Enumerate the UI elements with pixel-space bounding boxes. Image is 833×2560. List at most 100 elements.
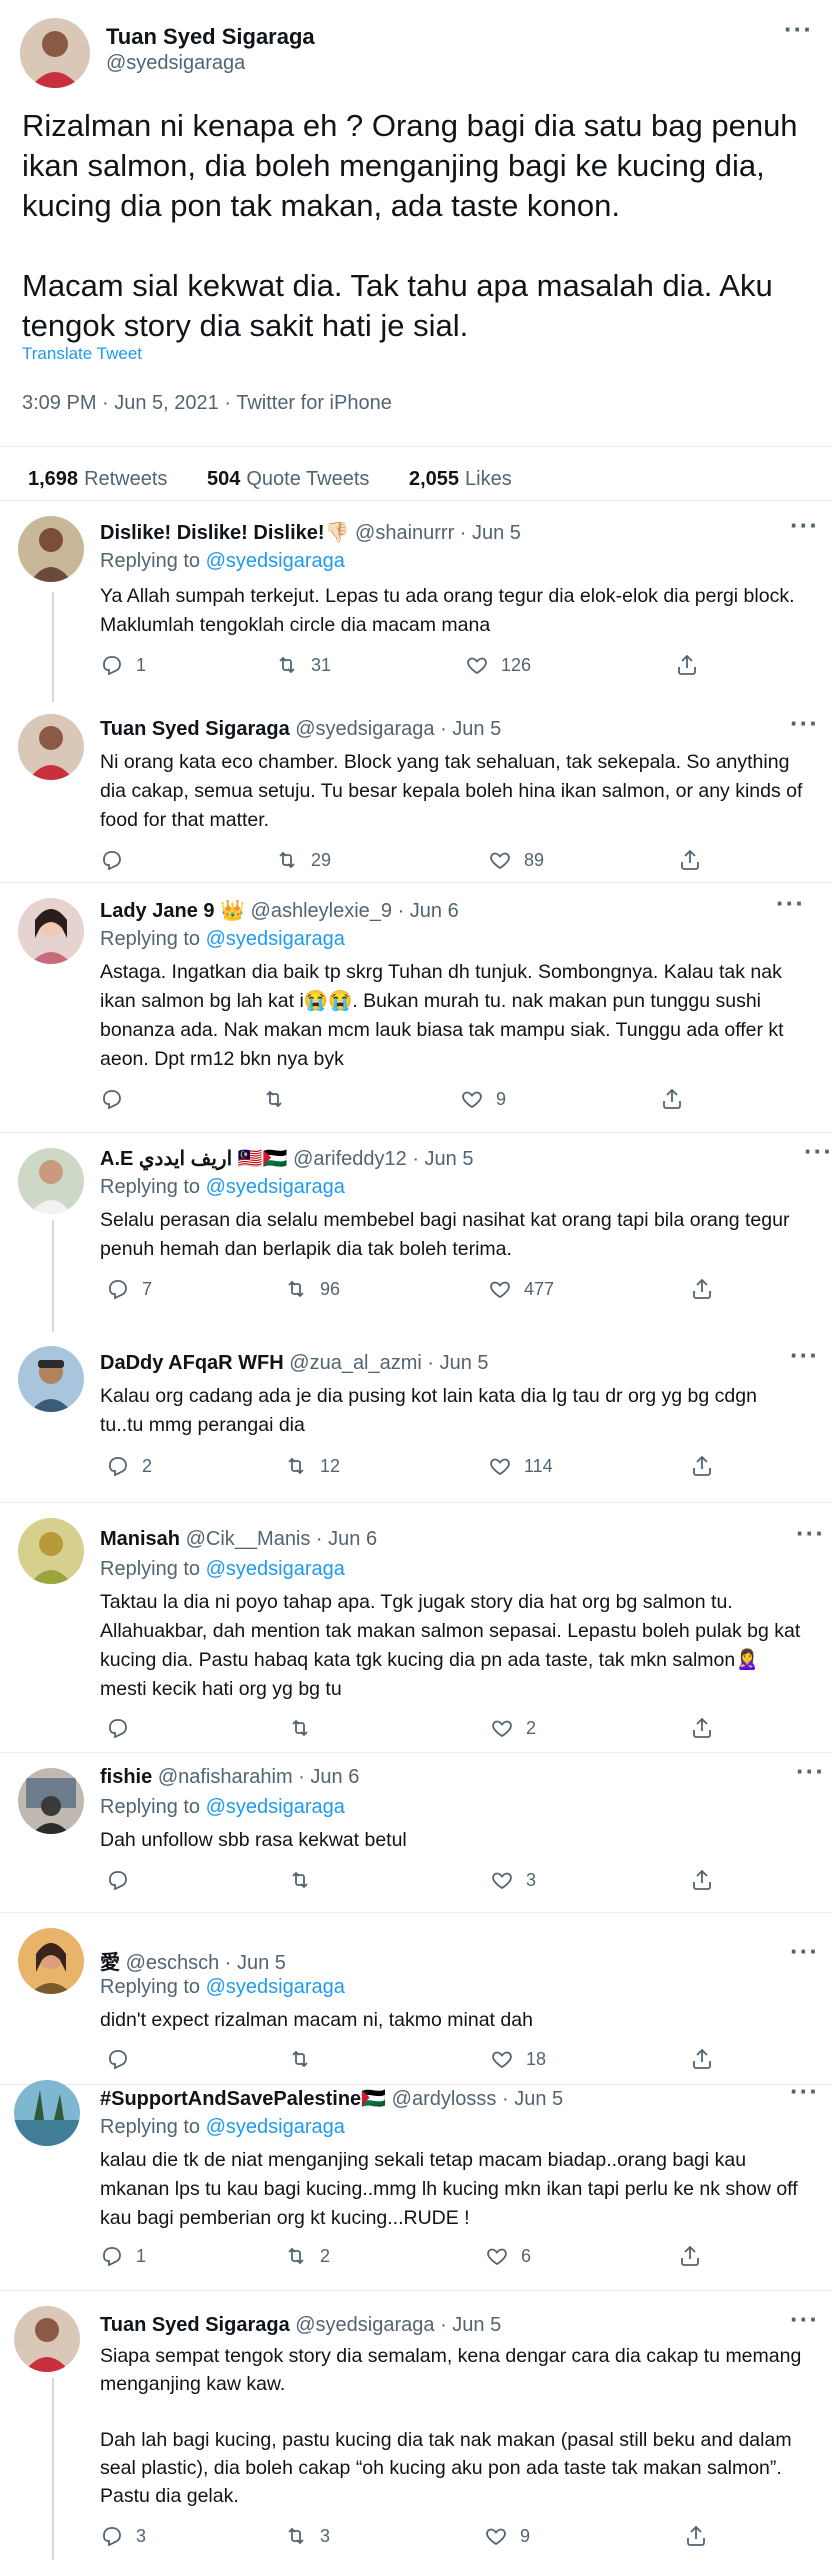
reply-author-handle[interactable]: @syedsigaraga · Jun 5 xyxy=(295,718,501,740)
retweet-button[interactable]: 2 xyxy=(284,2244,330,2268)
reply-author-handle[interactable]: @zua_al_azmi · Jun 5 xyxy=(289,1352,488,1374)
reply-author-name[interactable]: Dislike! Dislike! Dislike!👎🏻 xyxy=(100,522,349,544)
reply-tweet[interactable]: Tuan Syed Sigaraga @syedsigaraga · Jun 5… xyxy=(0,2294,833,2560)
avatar[interactable] xyxy=(18,1768,84,1834)
reply-author-name[interactable]: Tuan Syed Sigaraga xyxy=(100,2314,290,2336)
retweet-button[interactable]: 96 xyxy=(284,1277,340,1301)
share-button[interactable] xyxy=(678,848,714,872)
share-button[interactable] xyxy=(678,2244,714,2268)
avatar[interactable] xyxy=(18,1518,84,1584)
retweets-stat[interactable]: 1,698 Retweets xyxy=(28,468,167,490)
share-button[interactable] xyxy=(690,1868,726,1892)
more-icon[interactable]: ··· xyxy=(784,14,813,45)
author-avatar[interactable] xyxy=(20,18,90,88)
replying-to: Replying to @syedsigaraga xyxy=(100,550,345,572)
reply-author-name[interactable]: Tuan Syed Sigaraga xyxy=(100,718,290,740)
reply-button[interactable] xyxy=(106,2047,142,2071)
more-icon[interactable]: ··· xyxy=(790,2076,819,2107)
more-icon[interactable]: ··· xyxy=(790,2304,819,2335)
reply-author-handle[interactable]: @ardylosss · Jun 5 xyxy=(392,2088,563,2110)
avatar[interactable] xyxy=(14,2080,80,2146)
avatar[interactable] xyxy=(18,1346,84,1412)
share-button[interactable] xyxy=(690,1277,726,1301)
reply-button[interactable] xyxy=(106,1868,142,1892)
retweet-button[interactable]: 31 xyxy=(275,653,331,677)
share-button[interactable] xyxy=(660,1087,696,1111)
reply-author-name[interactable]: DaDdy AFqaR WFH xyxy=(100,1352,284,1374)
retweet-button[interactable] xyxy=(288,2047,324,2071)
reply-tweet[interactable]: A.E اريف ايددي 🇲🇾🇵🇸 @arifeddy12 · Jun 5 … xyxy=(0,1136,833,1332)
avatar[interactable] xyxy=(14,2306,80,2372)
like-button[interactable]: 18 xyxy=(490,2047,546,2071)
reply-author-handle[interactable]: @eschsch · Jun 5 xyxy=(126,1952,286,1974)
like-button[interactable]: 3 xyxy=(490,1868,536,1892)
avatar[interactable] xyxy=(18,1928,84,1994)
more-icon[interactable]: ··· xyxy=(796,1518,825,1549)
retweet-button[interactable]: 29 xyxy=(275,848,331,872)
reply-button[interactable]: 7 xyxy=(106,1277,152,1301)
like-button[interactable]: 126 xyxy=(465,653,531,677)
reply-tweet[interactable]: Manisah @Cik__Manis · Jun 6 ··· Replying… xyxy=(0,1506,833,1752)
like-button[interactable]: 9 xyxy=(484,2524,530,2548)
share-button[interactable] xyxy=(690,2047,726,2071)
author-name[interactable]: Tuan Syed Sigaraga xyxy=(106,24,315,50)
author-handle[interactable]: @syedsigaraga xyxy=(106,52,245,75)
reply-author-name[interactable]: 愛 xyxy=(100,1952,120,1974)
retweet-button[interactable] xyxy=(288,1716,324,1740)
reply-author-handle[interactable]: @syedsigaraga · Jun 5 xyxy=(295,2314,501,2336)
reply-button[interactable]: 1 xyxy=(100,2244,146,2268)
reply-button[interactable] xyxy=(106,1716,142,1740)
reply-author-handle[interactable]: @ashleylexie_9 · Jun 6 xyxy=(251,900,459,922)
avatar[interactable] xyxy=(18,516,84,582)
reply-button[interactable] xyxy=(100,848,136,872)
reply-tweet[interactable]: Dislike! Dislike! Dislike!👎🏻 @shainurrr … xyxy=(0,510,833,702)
reply-tweet[interactable]: DaDdy AFqaR WFH @zua_al_azmi · Jun 5 ···… xyxy=(0,1332,833,1502)
retweet-button[interactable] xyxy=(288,1868,324,1892)
like-button[interactable]: 2 xyxy=(490,1716,536,1740)
avatar[interactable] xyxy=(18,1148,84,1214)
reply-author-name[interactable]: Manisah xyxy=(100,1528,180,1550)
reply-tweet[interactable]: 愛 @eschsch · Jun 5 ··· Replying to @syed… xyxy=(0,1916,833,2084)
reply-button[interactable] xyxy=(100,1087,136,1111)
reply-tweet[interactable]: fishie @nafisharahim · Jun 6 ··· Replyin… xyxy=(0,1756,833,1912)
more-icon[interactable]: ··· xyxy=(796,1756,825,1787)
reply-tweet[interactable]: #SupportAndSavePalestine🇵🇸 @ardylosss · … xyxy=(0,2074,833,2296)
reply-author-name[interactable]: #SupportAndSavePalestine🇵🇸 xyxy=(100,2088,386,2110)
more-icon[interactable]: ··· xyxy=(776,888,805,919)
more-icon[interactable]: ··· xyxy=(790,510,819,541)
reply-author-handle[interactable]: @nafisharahim · Jun 6 xyxy=(158,1766,360,1788)
replying-to: Replying to @syedsigaraga xyxy=(100,1558,345,1580)
like-button[interactable]: 477 xyxy=(488,1277,554,1301)
reply-author-name[interactable]: fishie xyxy=(100,1766,152,1788)
reply-button[interactable]: 2 xyxy=(106,1454,152,1478)
more-icon[interactable]: ··· xyxy=(790,708,819,739)
like-button[interactable]: 9 xyxy=(460,1087,506,1111)
quote-tweets-stat[interactable]: 504 Quote Tweets xyxy=(207,468,369,490)
retweet-button[interactable]: 3 xyxy=(284,2524,330,2548)
more-icon[interactable]: ··· xyxy=(790,1936,819,1967)
reply-tweet[interactable]: Lady Jane 9 👑 @ashleylexie_9 · Jun 6 ···… xyxy=(0,886,833,1130)
more-icon[interactable]: ··· xyxy=(790,1340,819,1371)
reply-author-name[interactable]: Lady Jane 9 👑 xyxy=(100,900,245,922)
more-icon[interactable]: ··· xyxy=(804,1136,833,1167)
avatar[interactable] xyxy=(18,714,84,780)
reply-author-handle[interactable]: @shainurrr · Jun 5 xyxy=(355,522,521,544)
reply-author-name[interactable]: A.E اريف ايددي 🇲🇾🇵🇸 xyxy=(100,1148,288,1170)
share-button[interactable] xyxy=(684,2524,720,2548)
reply-button[interactable]: 3 xyxy=(100,2524,146,2548)
translate-tweet-link[interactable]: Translate Tweet xyxy=(22,344,142,364)
retweet-button[interactable]: 12 xyxy=(284,1454,340,1478)
likes-stat[interactable]: 2,055 Likes xyxy=(409,468,512,490)
like-button[interactable]: 89 xyxy=(488,848,544,872)
share-button[interactable] xyxy=(690,1454,726,1478)
like-button[interactable]: 114 xyxy=(488,1454,553,1478)
reply-author-handle[interactable]: @arifeddy12 · Jun 5 xyxy=(293,1148,473,1170)
like-button[interactable]: 6 xyxy=(485,2244,531,2268)
reply-tweet[interactable]: Tuan Syed Sigaraga @syedsigaraga · Jun 5… xyxy=(0,702,833,880)
reply-author-handle[interactable]: @Cik__Manis · Jun 6 xyxy=(186,1528,377,1550)
share-button[interactable] xyxy=(675,653,711,677)
retweet-button[interactable] xyxy=(262,1087,298,1111)
reply-button[interactable]: 1 xyxy=(100,653,146,677)
share-button[interactable] xyxy=(690,1716,726,1740)
avatar[interactable] xyxy=(18,898,84,964)
